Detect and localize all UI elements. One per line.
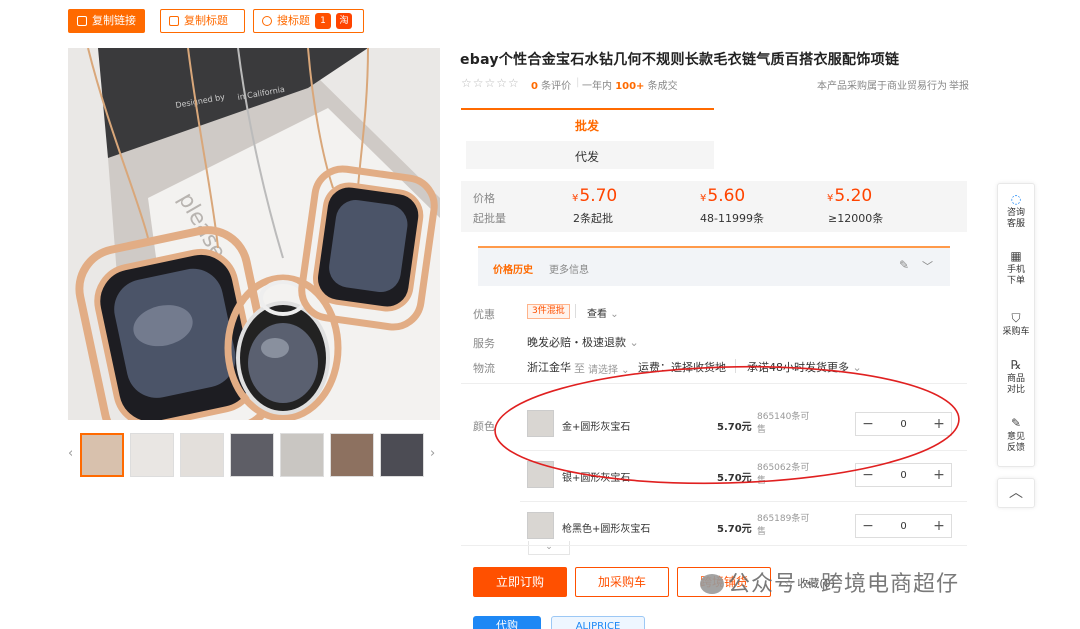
thumbnail-strip: ‹ › <box>68 432 440 478</box>
report-link[interactable]: 举报 <box>949 77 969 92</box>
search-title-button[interactable]: 搜标题 1 淘 <box>253 9 364 33</box>
watermark-text: 公众号 · 跨境电商超仔 <box>700 566 959 598</box>
service-text[interactable]: 晚发必赔・极速退款 ⌄ <box>527 334 639 350</box>
tab-price-history[interactable]: 价格历史 <box>493 261 533 276</box>
cart-icon: ⛉ <box>1011 311 1021 325</box>
variant-stock: 865189条可售 <box>757 514 810 537</box>
tier-3-qty: ≥12000条 <box>828 212 884 225</box>
variant-divider <box>520 501 967 502</box>
chevron-down-icon[interactable]: ﹀ <box>922 258 933 274</box>
price-label: 价格 <box>473 192 495 205</box>
thumbnail-item[interactable] <box>80 433 124 477</box>
document-icon <box>169 16 179 26</box>
tier-2-price: ¥5.60 <box>700 186 746 206</box>
moq-label: 起批量 <box>473 212 506 225</box>
highlight-circle <box>494 365 960 485</box>
expand-variants-icon[interactable]: ⌄ <box>528 541 570 555</box>
copy-icon <box>77 16 87 26</box>
thumbnail-item[interactable] <box>130 433 174 477</box>
side-rail: ◌ 咨询 客服 ▦ 手机 下单 ⛉ 采购车 ℞ 商品 对比 ✎ 意见 反馈 <box>997 183 1035 467</box>
chevron-right-icon[interactable]: › <box>430 446 435 461</box>
rail-customer-service[interactable]: ◌ 咨询 客服 <box>998 192 1034 230</box>
review-count: 0 <box>531 81 538 92</box>
buy-now-button[interactable]: 立即订购 <box>473 567 567 597</box>
add-to-cart-button[interactable]: 加采购车 <box>575 567 669 597</box>
variant-name: 枪黑色+圆形灰宝石 <box>562 524 651 535</box>
tier-1-qty: 2条起批 <box>573 212 613 225</box>
tier-3-price: ¥5.20 <box>827 186 873 206</box>
taobao-logo-icon[interactable]: 淘 <box>336 13 352 29</box>
alibaba-logo-icon[interactable]: 1 <box>315 13 331 29</box>
tab-aliprice[interactable]: ALIPRICE <box>551 616 645 629</box>
thumbnail-item[interactable] <box>280 433 324 477</box>
thumbnail-item[interactable] <box>330 433 374 477</box>
meta-divider: | <box>576 77 580 88</box>
tab-more-info[interactable]: 更多信息 <box>549 261 589 276</box>
review-label: 条评价 <box>541 81 572 92</box>
search-icon <box>262 16 272 26</box>
edit-icon[interactable]: ✎ <box>899 258 909 272</box>
wechat-icon <box>700 574 724 594</box>
tab-daigou[interactable]: 代购 <box>473 616 541 629</box>
service-label: 服务 <box>473 337 495 350</box>
thumbnail-item[interactable] <box>180 433 224 477</box>
rating-stars: ☆☆☆☆☆ <box>461 76 520 90</box>
promo-view-link[interactable]: 查看 ⌄ <box>587 305 619 320</box>
copy-title-button[interactable]: 复制标题 <box>160 9 245 33</box>
decrement-button[interactable]: − <box>856 518 880 534</box>
promo-divider <box>575 304 576 318</box>
promo-badge: 3件混批 <box>527 304 570 319</box>
thumbnail-item[interactable] <box>380 433 424 477</box>
review-summary[interactable]: 0 条评价 <box>531 77 571 92</box>
rail-compare[interactable]: ℞ 商品 对比 <box>998 358 1034 396</box>
thumbnail-item[interactable] <box>230 433 274 477</box>
increment-button[interactable]: + <box>927 518 951 534</box>
quantity-value[interactable]: 0 <box>880 521 927 532</box>
variant-thumbnail[interactable] <box>527 512 554 539</box>
sales-count: 100+ <box>615 81 645 92</box>
chevron-left-icon[interactable]: ‹ <box>68 446 73 461</box>
compare-icon: ℞ <box>1010 358 1022 372</box>
product-title: ebay个性合金宝石水钻几何不规则长款毛衣链气质百搭衣服配饰项链 <box>460 52 900 68</box>
variant-price: 5.70元 <box>717 524 752 535</box>
search-title-label: 搜标题 <box>277 14 310 27</box>
tab-wholesale[interactable]: 批发 <box>575 117 599 134</box>
tab-underline <box>461 108 714 110</box>
sales-label: 条成交 <box>647 81 678 92</box>
sales-summary: 一年内 100+ 条成交 <box>582 77 678 92</box>
copy-link-label: 复制链接 <box>92 14 136 27</box>
copy-link-button[interactable]: 复制链接 <box>68 9 145 33</box>
section-divider <box>461 545 967 546</box>
trade-notice: 本产品采购属于商业贸易行为 <box>817 81 947 92</box>
back-to-top-button[interactable]: ︿ <box>997 478 1035 508</box>
tab-dropship[interactable]: 代发 <box>575 148 599 165</box>
copy-title-label: 复制标题 <box>184 14 228 27</box>
quantity-stepper[interactable]: − 0 + <box>855 514 952 538</box>
chat-icon: ◌ <box>1010 192 1022 206</box>
necklace-illustration: Designed by in California please <box>68 48 440 420</box>
rail-feedback[interactable]: ✎ 意见 反馈 <box>998 416 1034 454</box>
tier-1-price: ¥5.70 <box>572 186 618 206</box>
tier-2-qty: 48-11999条 <box>700 212 764 225</box>
sales-period: 一年内 <box>582 81 612 92</box>
qr-icon: ▦ <box>1010 249 1022 263</box>
promo-label: 优惠 <box>473 308 495 321</box>
product-main-image[interactable]: Designed by in California please <box>68 48 440 420</box>
rail-cart[interactable]: ⛉ 采购车 <box>998 311 1034 338</box>
feedback-icon: ✎ <box>1010 416 1022 430</box>
rail-mobile-order[interactable]: ▦ 手机 下单 <box>998 249 1034 287</box>
